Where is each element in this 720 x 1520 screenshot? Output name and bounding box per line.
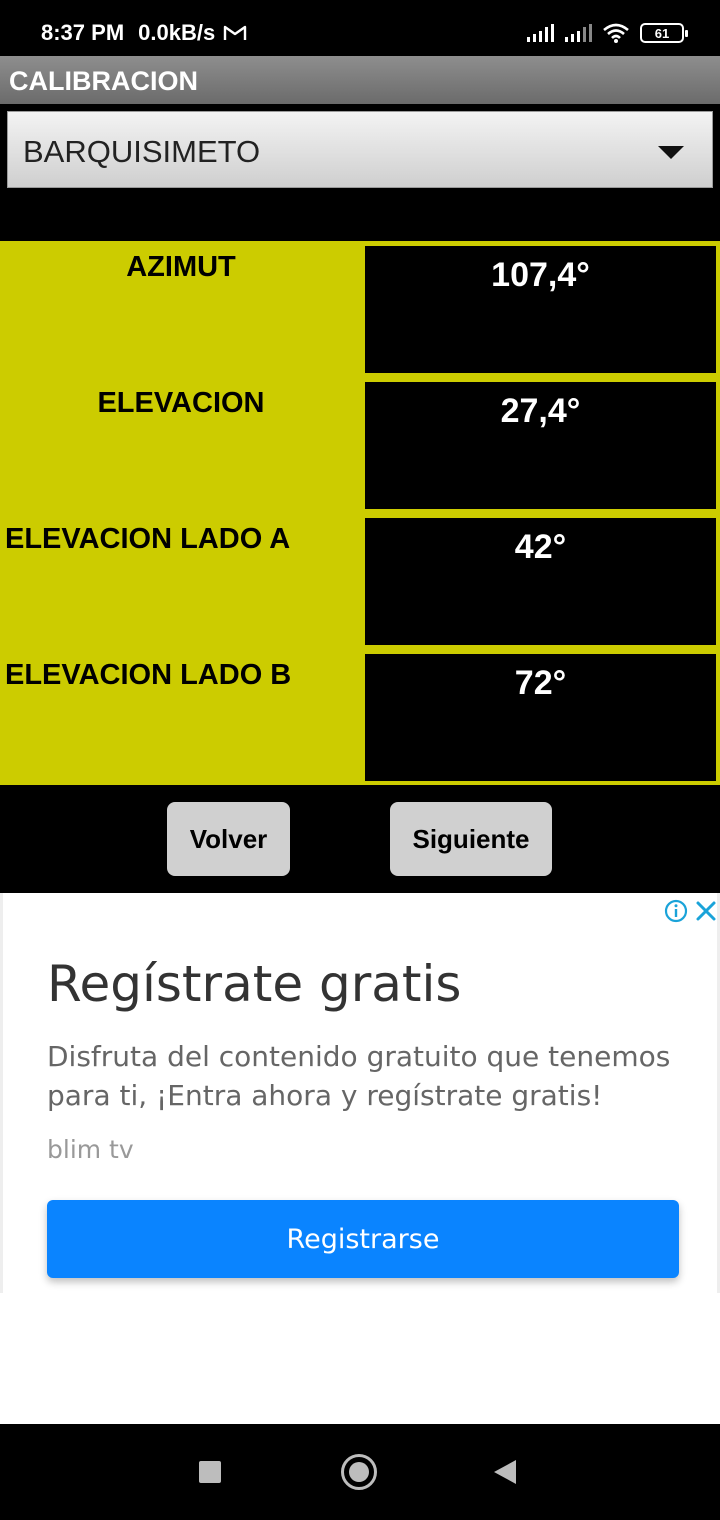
battery-icon: 61 [640,23,688,43]
dropdown-arrow-icon [658,146,684,159]
ad-cta-button[interactable]: Registrarse [47,1200,679,1278]
azimut-label: AZIMUT [126,251,236,283]
elevacion-label: ELEVACION [97,387,265,419]
signal-icon [527,24,554,42]
ad-banner: Regístrate gratis Disfruta del contenido… [0,893,720,1424]
location-dropdown[interactable]: BARQUISIMETO [7,111,713,188]
volver-button[interactable]: Volver [167,802,290,876]
elevacion-lado-b-label: ELEVACION LADO B [5,659,292,691]
azimut-value: 107,4° [491,256,590,294]
elevacion-lado-a-label: ELEVACION LADO A [5,523,291,555]
home-icon[interactable] [341,1454,377,1490]
ad-card[interactable]: Regístrate gratis Disfruta del contenido… [0,893,720,1293]
location-dropdown-value: BARQUISIMETO [23,134,261,169]
back-icon[interactable] [494,1460,516,1484]
signal-icon [565,24,592,42]
elevacion-lado-b-value-cell: 72° [365,654,716,781]
status-right: 61 [526,22,688,44]
status-bar: 8:37 PM 0.0kB/s 61 [0,0,720,56]
wifi-icon [603,23,629,43]
title-bar: CALIBRACION [0,56,720,104]
network-speed: 0.0kB/s [138,20,216,45]
elevacion-value-cell: 27,4° [365,382,716,509]
elevacion-lado-b-value: 72° [514,664,567,702]
calibration-table: AZIMUT 107,4° ELEVACION 27,4° ELEVACION … [0,241,720,785]
nav-bar [0,1424,720,1520]
elevacion-lado-a-value-cell: 42° [365,518,716,645]
azimut-value-cell: 107,4° [365,246,716,373]
ad-close-icon[interactable] [695,900,717,922]
elevacion-lado-a-value: 42° [514,528,567,566]
battery-level: 61 [654,25,670,41]
ad-body: Disfruta del contenido gratuito que tene… [47,1040,671,1112]
ad-title: Regístrate gratis [47,955,462,1013]
page-title: CALIBRACION [9,66,198,96]
siguiente-button[interactable]: Siguiente [390,802,552,876]
status-time: 8:37 PM [41,20,125,45]
ad-info-icon[interactable] [664,899,688,923]
recents-icon[interactable] [199,1461,221,1483]
elevacion-value: 27,4° [500,392,581,430]
status-left: 8:37 PM 0.0kB/s [41,20,247,46]
ad-advertiser: blim tv [47,1135,134,1164]
gmail-icon [224,25,247,40]
